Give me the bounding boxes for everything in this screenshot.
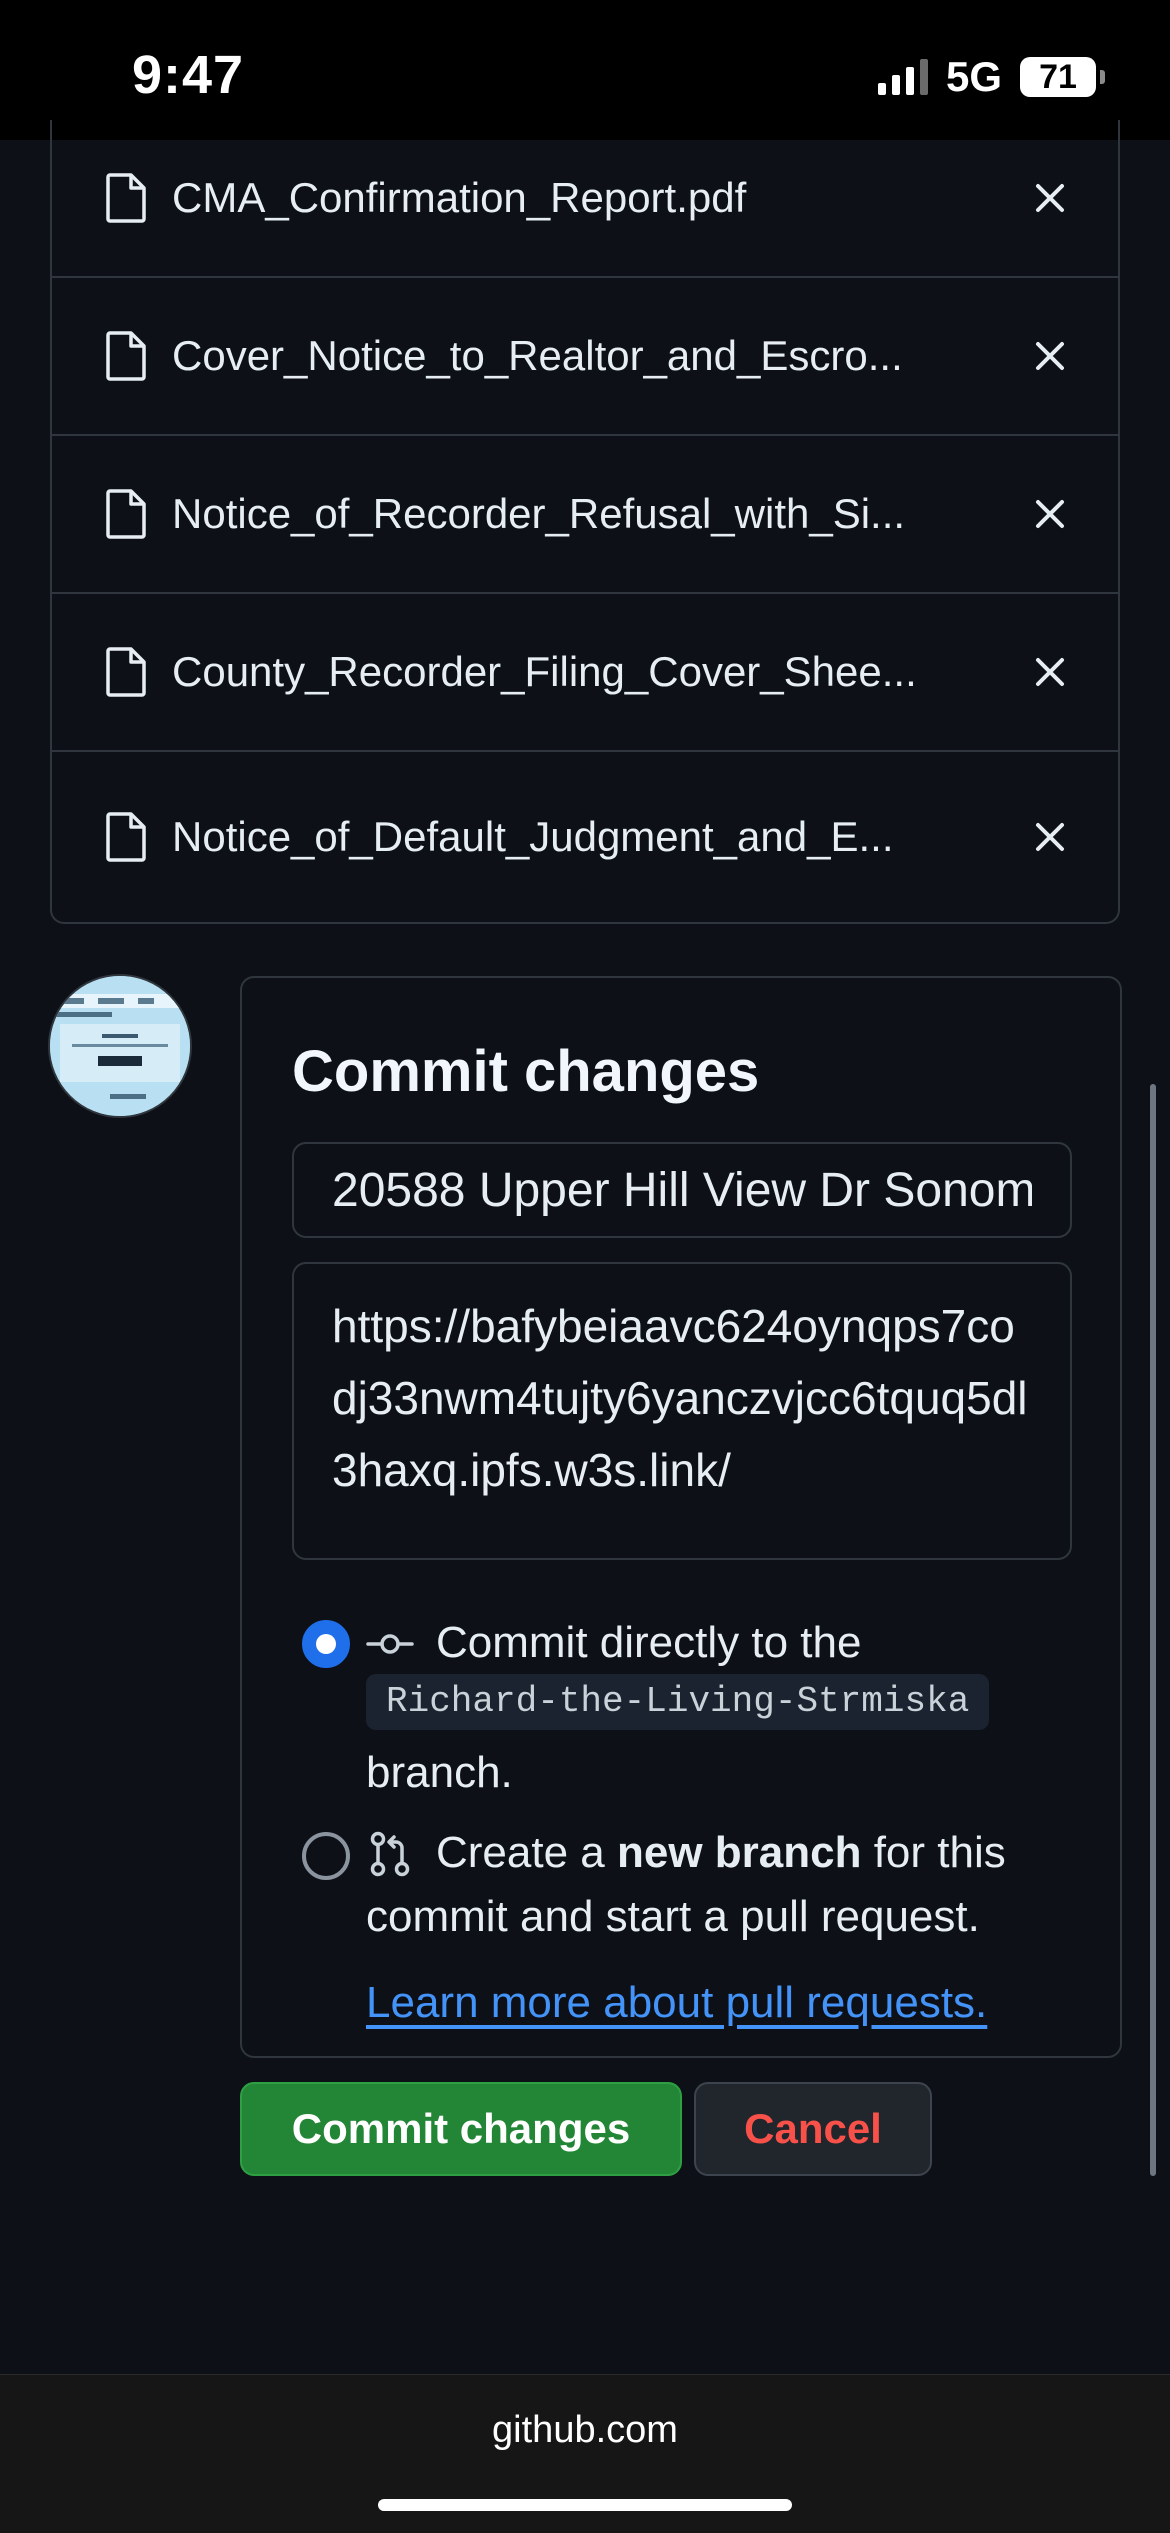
- battery-level: 71: [1039, 58, 1077, 96]
- browser-address-bar[interactable]: github.com: [0, 2374, 1170, 2533]
- new-branch-label-prefix: Create a: [436, 1828, 617, 1877]
- git-commit-icon: [366, 1634, 414, 1654]
- commit-direct-suffix: branch.: [366, 1748, 513, 1797]
- commit-direct-radio[interactable]: [302, 1620, 350, 1668]
- pull-request-icon: [370, 1831, 410, 1877]
- commit-title: Commit changes: [292, 1039, 760, 1104]
- uploaded-file-list: CMA_Confirmation_Report.pdf Cover_Notice…: [50, 120, 1120, 924]
- file-name: CMA_Confirmation_Report.pdf: [172, 174, 747, 221]
- status-bar: 9:47 5G 71: [0, 0, 1170, 140]
- remove-file-icon[interactable]: [1032, 496, 1068, 532]
- learn-more-pull-requests-link[interactable]: Learn more about pull requests.: [366, 1978, 987, 2028]
- commit-changes-panel: Commit changes https://bafybeiaavc624oyn…: [240, 976, 1122, 2058]
- page-scrollbar[interactable]: [1150, 1084, 1156, 2176]
- remove-file-icon[interactable]: [1032, 180, 1068, 216]
- remove-file-icon[interactable]: [1032, 819, 1068, 855]
- file-name: Notice_of_Default_Judgment_and_E...: [172, 813, 894, 860]
- file-icon: [106, 812, 146, 862]
- browser-domain[interactable]: github.com: [0, 2409, 1170, 2452]
- avatar-image: [50, 976, 190, 1116]
- commit-description-textarea[interactable]: https://bafybeiaavc624oynqps7codj33nwm4t…: [292, 1262, 1072, 1560]
- file-name: County_Recorder_Filing_Cover_Shee...: [172, 648, 917, 695]
- file-icon: [106, 489, 146, 539]
- new-branch-radio[interactable]: [302, 1832, 350, 1880]
- branch-name: Richard-the-Living-Strmiska: [366, 1674, 990, 1730]
- remove-file-icon[interactable]: [1032, 654, 1068, 690]
- file-icon: [106, 173, 146, 223]
- avatar: [48, 974, 192, 1118]
- battery-icon: 71: [1020, 57, 1105, 97]
- home-indicator[interactable]: [378, 2499, 792, 2511]
- commit-direct-label: Commit directly to the: [436, 1618, 862, 1667]
- signal-icon: [877, 59, 928, 95]
- file-name: Cover_Notice_to_Realtor_and_Escro...: [172, 332, 903, 379]
- new-branch-label-rest: for this: [861, 1828, 1006, 1877]
- file-row: CMA_Confirmation_Report.pdf: [52, 120, 1118, 278]
- file-row: Notice_of_Recorder_Refusal_with_Si...: [52, 436, 1118, 594]
- file-icon: [106, 331, 146, 381]
- file-name: Notice_of_Recorder_Refusal_with_Si...: [172, 490, 906, 537]
- file-row: Cover_Notice_to_Realtor_and_Escro...: [52, 278, 1118, 436]
- remove-file-icon[interactable]: [1032, 338, 1068, 374]
- status-indicators: 5G 71: [877, 53, 1105, 100]
- file-row: Notice_of_Default_Judgment_and_E...: [52, 752, 1118, 922]
- commit-changes-button[interactable]: Commit changes: [240, 2082, 682, 2176]
- file-icon: [106, 647, 146, 697]
- cancel-button[interactable]: Cancel: [694, 2082, 932, 2176]
- network-type: 5G: [945, 53, 1002, 100]
- commit-summary-input[interactable]: [292, 1142, 1072, 1238]
- new-branch-label: Create a new branch for this: [436, 1828, 1006, 1878]
- new-branch-label-line2: commit and start a pull request.: [366, 1892, 980, 1941]
- status-time: 9:47: [132, 45, 245, 105]
- new-branch-emphasis: new branch: [616, 1828, 862, 1877]
- file-row: County_Recorder_Filing_Cover_Shee...: [52, 594, 1118, 752]
